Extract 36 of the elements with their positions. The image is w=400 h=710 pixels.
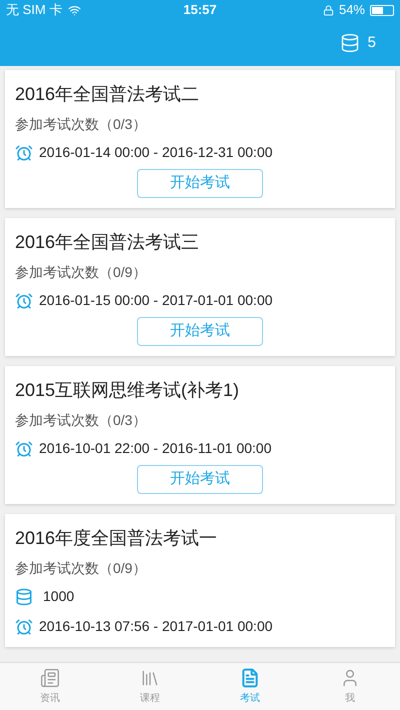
alarm-clock-icon [15, 292, 33, 310]
clock-text: 15:57 [183, 1, 217, 20]
battery-text: 54% [338, 1, 365, 20]
exam-period: 2016-10-01 22:00 - 2016-11-01 00:00 [39, 439, 272, 458]
newspaper-icon [40, 668, 60, 688]
alarm-clock-icon [15, 618, 33, 636]
attempts-text: 参加考试次数（0/9） [15, 559, 148, 577]
start-exam-button[interactable]: 开始考试 [137, 465, 263, 494]
exam-title: 2016年全国普法考试二 [15, 83, 200, 106]
attempts-text: 参加考试次数（0/3） [15, 411, 148, 429]
coins-count: 5 [368, 32, 376, 53]
coins-icon [15, 588, 33, 606]
exam-title: 2016年度全国普法考试一 [15, 527, 218, 550]
tab-item[interactable]: 资讯 [0, 663, 100, 710]
alarm-clock-icon [15, 144, 33, 162]
attempts-text: 参加考试次数（0/9） [15, 263, 148, 281]
exam-title: 2015互联网思维考试(补考1) [15, 379, 240, 402]
exam-period: 2016-01-15 00:00 - 2017-01-01 00:00 [39, 291, 273, 310]
coins-amount: 1000 [43, 587, 74, 606]
attempts-text: 参加考试次数（0/3） [15, 115, 148, 133]
exam-title: 2016年全国普法考试三 [15, 231, 200, 254]
exam-period: 2016-10-13 07:56 - 2017-01-01 00:00 [39, 617, 273, 636]
battery-icon [370, 4, 394, 16]
start-exam-button[interactable]: 开始考试 [137, 169, 263, 198]
books-icon [140, 668, 160, 688]
document-icon [240, 668, 260, 688]
lock-icon [322, 4, 334, 16]
coins-icon [340, 33, 360, 53]
start-exam-button[interactable]: 开始考试 [137, 317, 263, 346]
carrier-text: 无 SIM 卡 [6, 1, 62, 20]
tab-item[interactable]: 考试 [200, 663, 300, 710]
alarm-clock-icon [15, 440, 33, 458]
exam-period: 2016-01-14 00:00 - 2016-12-31 00:00 [39, 143, 273, 162]
tab-item[interactable]: 课程 [100, 663, 200, 710]
wifi-icon [68, 4, 82, 16]
tab-item[interactable]: 我 [300, 663, 400, 710]
